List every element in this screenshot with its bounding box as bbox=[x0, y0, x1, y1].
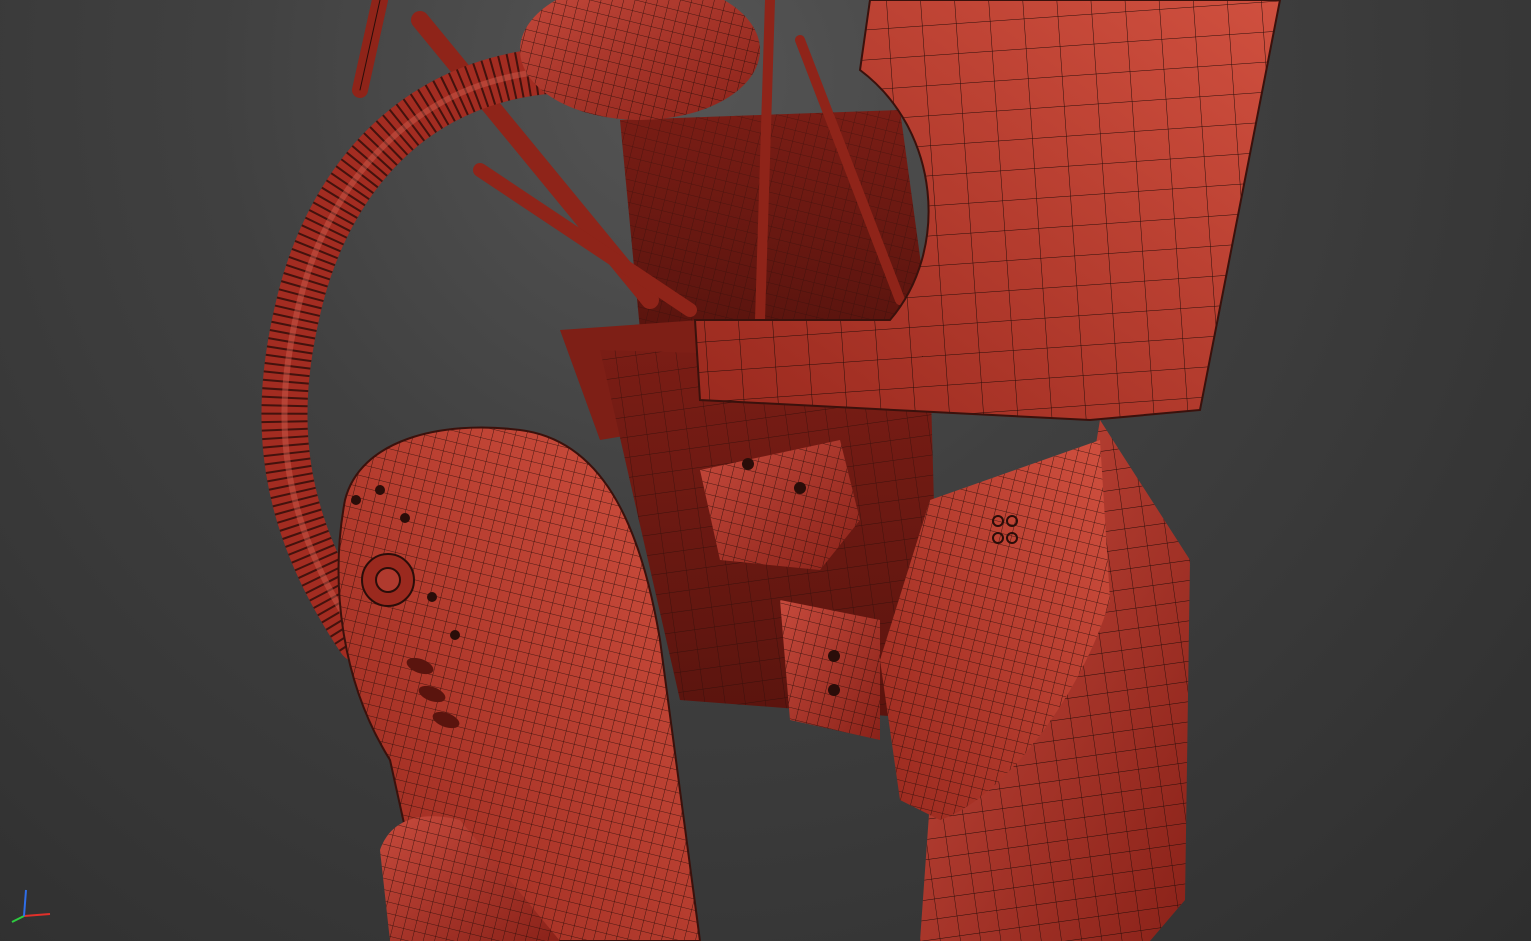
axis-z-line bbox=[23, 889, 27, 917]
axis-gizmo-icon bbox=[11, 889, 51, 923]
axis-x-line bbox=[23, 913, 51, 917]
top-hose-coupling bbox=[520, 0, 760, 120]
axis-y-line bbox=[11, 915, 25, 923]
3d-viewport[interactable] bbox=[0, 0, 1531, 941]
robot-model-wireframe[interactable] bbox=[0, 0, 1531, 941]
